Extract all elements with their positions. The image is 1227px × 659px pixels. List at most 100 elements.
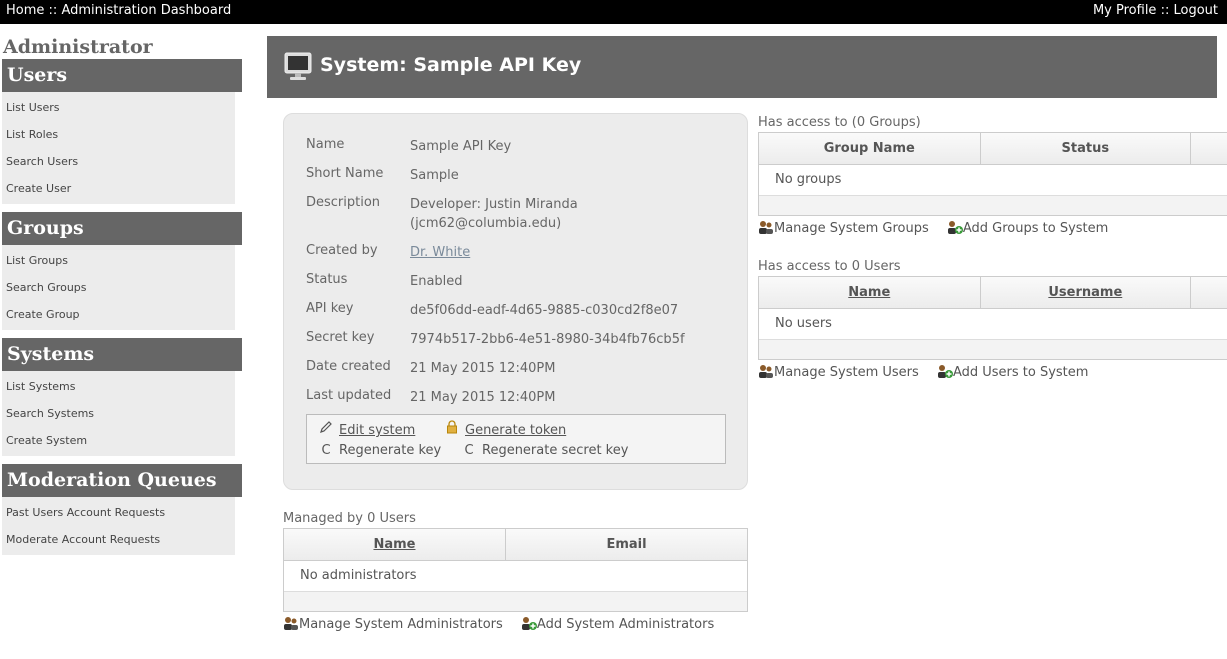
people-icon xyxy=(759,221,773,234)
groups-table: Group Name Status No groups xyxy=(758,132,1227,216)
breadcrumb: Home :: Administration Dashboard xyxy=(6,0,231,22)
manage-groups-link[interactable]: Manage System Groups xyxy=(758,220,929,236)
sort-name-link[interactable]: Name xyxy=(848,285,890,300)
sidebar-item-search-systems[interactable]: Search Systems xyxy=(2,400,235,427)
table-footer xyxy=(759,339,1227,359)
sidebar-item-moderate-requests[interactable]: Moderate Account Requests xyxy=(2,526,235,553)
my-profile-link[interactable]: My Profile xyxy=(1093,3,1156,18)
edit-system-action[interactable]: Edit system xyxy=(319,420,415,438)
admins-table: Name Email No administrators xyxy=(283,528,748,612)
manage-users-label: Manage System Users xyxy=(774,365,919,380)
sidebar-item-search-users[interactable]: Search Users xyxy=(2,148,235,175)
sort-name-link[interactable]: Name xyxy=(373,537,415,552)
add-groups-link[interactable]: Add Groups to System xyxy=(947,220,1108,236)
detail-label: API key xyxy=(306,301,354,316)
table-header: Name Email xyxy=(284,529,747,561)
manage-groups-label: Manage System Groups xyxy=(774,221,929,236)
regenerate-key-label: Regenerate key xyxy=(339,443,442,458)
admins-caption: Managed by 0 Users xyxy=(283,511,416,526)
regenerate-key-action[interactable]: C Regenerate key xyxy=(319,443,441,458)
page-title: System: Sample API Key xyxy=(320,54,582,76)
users-links: Manage System Users Add Users to System xyxy=(758,364,1102,380)
manage-users-link[interactable]: Manage System Users xyxy=(758,364,919,380)
monitor-icon xyxy=(284,52,312,80)
sidebar-item-create-system[interactable]: Create System xyxy=(2,427,235,454)
users-caption: Has access to 0 Users xyxy=(758,259,901,274)
sidebar-item-list-groups[interactable]: List Groups xyxy=(2,247,235,274)
col-group-name-header: Group Name xyxy=(759,133,981,164)
table-header: Group Name Status xyxy=(759,133,1227,165)
manage-admins-label: Manage System Administrators xyxy=(299,617,503,632)
sidebar-list-groups: List Groups Search Groups Create Group xyxy=(2,245,235,330)
dashboard-link[interactable]: Administration Dashboard xyxy=(61,3,231,18)
manage-admins-link[interactable]: Manage System Administrators xyxy=(283,616,503,632)
detail-label: Name xyxy=(306,137,345,152)
sidebar-list-users: List Users List Roles Search Users Creat… xyxy=(2,92,235,204)
people-icon xyxy=(284,617,298,630)
groups-links: Manage System Groups Add Groups to Syste… xyxy=(758,220,1122,236)
detail-label: Secret key xyxy=(306,330,375,345)
regenerate-secret-action[interactable]: C Regenerate secret key xyxy=(462,443,628,458)
sidebar-section-groups: Groups List Groups Search Groups Create … xyxy=(2,212,242,330)
col-username-header[interactable]: Username xyxy=(981,277,1192,308)
sidebar-title: Administrator xyxy=(3,36,153,58)
sidebar-heading-groups: Groups xyxy=(2,212,242,245)
sidebar-list-moderation: Past Users Account Requests Moderate Acc… xyxy=(2,497,235,555)
sidebar-item-past-requests[interactable]: Past Users Account Requests xyxy=(2,499,235,526)
detail-label: Short Name xyxy=(306,166,384,181)
generate-token-link[interactable]: Generate token xyxy=(465,423,566,438)
refresh-icon: C xyxy=(321,443,331,458)
user-menu: My Profile :: Logout xyxy=(1093,0,1218,22)
sidebar-section-systems: Systems List Systems Search Systems Crea… xyxy=(2,338,242,456)
detail-value: de5f06dd-eadf-4d65-9885-c030cd2f8e07 xyxy=(410,303,679,318)
detail-value: Enabled xyxy=(410,274,463,289)
user-menu-separator: :: xyxy=(1160,3,1170,18)
add-people-icon xyxy=(947,221,963,234)
detail-label: Description xyxy=(306,195,381,210)
generate-token-action[interactable]: Generate token xyxy=(445,420,566,438)
detail-label: Last updated xyxy=(306,388,392,403)
add-admins-label: Add System Administrators xyxy=(536,617,715,632)
sidebar-item-list-systems[interactable]: List Systems xyxy=(2,373,235,400)
sidebar-item-search-groups[interactable]: Search Groups xyxy=(2,274,235,301)
users-table: Name Username No users xyxy=(758,276,1227,360)
sort-username-link[interactable]: Username xyxy=(1048,285,1122,300)
empty-message: No groups xyxy=(775,172,842,187)
detail-value: Developer: Justin Miranda (jcm62@columbi… xyxy=(410,195,740,233)
pencil-icon xyxy=(320,421,332,433)
detail-value: 21 May 2015 12:40PM xyxy=(410,390,556,405)
col-extra-header xyxy=(1191,133,1227,164)
page-header: System: Sample API Key xyxy=(267,36,1217,98)
sidebar-heading-moderation: Moderation Queues xyxy=(2,464,242,497)
detail-value: 7974b517-2bb6-4e51-8980-34b4fb76cb5f xyxy=(410,332,685,347)
system-details-panel: Name Sample API Key Short Name Sample De… xyxy=(283,113,748,490)
sidebar-section-users: Users List Users List Roles Search Users… xyxy=(2,59,242,204)
edit-system-link[interactable]: Edit system xyxy=(339,423,415,438)
sidebar-item-create-group[interactable]: Create Group xyxy=(2,301,235,328)
sidebar-section-moderation: Moderation Queues Past Users Account Req… xyxy=(2,464,242,555)
col-status-header: Status xyxy=(981,133,1192,164)
col-name-header[interactable]: Name xyxy=(284,529,506,560)
top-nav-bar: Home :: Administration Dashboard My Prof… xyxy=(0,0,1227,24)
detail-value: 21 May 2015 12:40PM xyxy=(410,361,556,376)
sidebar-heading-systems: Systems xyxy=(2,338,242,371)
col-email-header: Email xyxy=(606,537,647,552)
sidebar-heading-users: Users xyxy=(2,59,242,92)
sidebar-item-list-roles[interactable]: List Roles xyxy=(2,121,235,148)
detail-label: Date created xyxy=(306,359,391,374)
system-actions-box: Edit system Generate token C Regenerate k… xyxy=(306,414,726,464)
refresh-icon: C xyxy=(464,443,474,458)
add-people-icon xyxy=(521,617,537,630)
add-users-link[interactable]: Add Users to System xyxy=(937,364,1088,380)
description-line-2: (jcm62@columbia.edu) xyxy=(410,216,562,231)
logout-link[interactable]: Logout xyxy=(1173,3,1218,18)
col-name-header[interactable]: Name xyxy=(759,277,981,308)
sidebar-item-create-user[interactable]: Create User xyxy=(2,175,235,202)
sidebar-item-list-users[interactable]: List Users xyxy=(2,94,235,121)
add-admins-link[interactable]: Add System Administrators xyxy=(521,616,714,632)
add-groups-label: Add Groups to System xyxy=(962,221,1109,236)
created-by-link[interactable]: Dr. White xyxy=(410,245,470,260)
empty-message: No administrators xyxy=(300,568,417,583)
detail-value: Sample xyxy=(410,168,459,183)
home-link[interactable]: Home xyxy=(6,3,44,18)
